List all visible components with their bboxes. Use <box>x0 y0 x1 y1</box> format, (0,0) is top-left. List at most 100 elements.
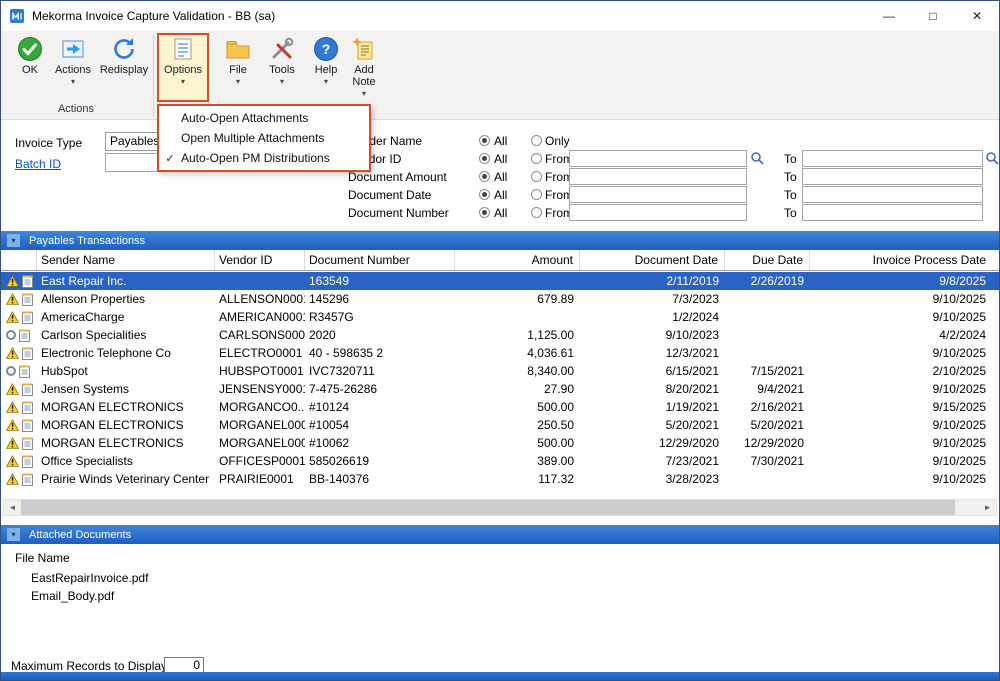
note-icon[interactable] <box>22 419 33 432</box>
to-field[interactable] <box>802 186 983 203</box>
cell-invoice-process-date: 9/8/2025 <box>810 274 994 288</box>
lookup-icon[interactable] <box>985 151 1000 166</box>
file-button[interactable]: File ▾ <box>217 35 259 86</box>
table-row[interactable]: East Repair Inc. 163549 2/11/2019 2/26/2… <box>1 272 999 290</box>
cell-invoice-process-date: 9/10/2025 <box>810 382 994 396</box>
radio-all[interactable] <box>479 135 490 146</box>
radio-all[interactable] <box>479 153 490 164</box>
scroll-right-icon[interactable]: ► <box>979 500 996 515</box>
radio-from[interactable] <box>531 153 542 164</box>
window-title: Mekorma Invoice Capture Validation - BB … <box>32 9 275 23</box>
redisplay-button[interactable]: Redisplay <box>97 35 151 76</box>
column-header[interactable]: Due Date <box>725 250 810 270</box>
cell-document-number: #10124 <box>305 400 455 414</box>
table-row[interactable]: Carlson Specialities CARLSONS0001 2020 1… <box>1 326 999 344</box>
table-row[interactable]: Prairie Winds Veterinary Center PRAIRIE0… <box>1 470 999 488</box>
table-row[interactable]: Jensen Systems JENSENSY0001 7-475-26286 … <box>1 380 999 398</box>
table-row[interactable]: MORGAN ELECTRONICS MORGANEL0007 #10054 2… <box>1 416 999 434</box>
scrollbar-thumb[interactable] <box>21 500 955 515</box>
close-icon: ✕ <box>972 9 982 23</box>
horizontal-scrollbar[interactable]: ◄ ► <box>3 499 997 516</box>
radio-all[interactable] <box>479 189 490 200</box>
column-header[interactable]: Invoice Process Date <box>810 250 994 270</box>
column-header[interactable]: Sender Name <box>37 250 215 270</box>
note-icon[interactable] <box>19 329 30 342</box>
note-icon[interactable] <box>22 275 33 288</box>
chevron-down-icon: ▾ <box>181 77 185 86</box>
ok-button[interactable]: OK <box>11 35 49 76</box>
cell-invoice-process-date: 9/10/2025 <box>810 346 994 360</box>
table-row[interactable]: AmericaCharge AMERICAN0001 R3457G 1/2/20… <box>1 308 999 326</box>
menu-item[interactable]: Auto-Open Attachments <box>159 108 369 128</box>
warning-icon <box>6 347 19 359</box>
filter-row: Document Number All From: To <box>1 204 999 222</box>
cell-sender-name: MORGAN ELECTRONICS <box>37 436 215 450</box>
table-row[interactable]: MORGAN ELECTRONICS MORGANCO0... #10124 5… <box>1 398 999 416</box>
note-icon[interactable] <box>22 401 33 414</box>
cell-due-date: 2/26/2019 <box>725 274 810 288</box>
to-field[interactable] <box>802 204 983 221</box>
file-list: EastRepairInvoice.pdf Email_Body.pdf <box>31 569 148 605</box>
note-icon[interactable] <box>22 437 33 450</box>
menu-item[interactable]: ✓ Auto-Open PM Distributions <box>159 148 369 168</box>
to-field[interactable] <box>802 150 983 167</box>
menu-item[interactable]: Open Multiple Attachments <box>159 128 369 148</box>
radio-all[interactable] <box>479 171 490 182</box>
column-header[interactable]: Amount <box>455 250 580 270</box>
from-field[interactable] <box>569 204 747 221</box>
column-header[interactable]: Vendor ID <box>215 250 305 270</box>
list-item[interactable]: Email_Body.pdf <box>31 587 148 605</box>
cell-amount: 250.50 <box>455 418 580 432</box>
file-name-column-label: File Name <box>15 549 70 567</box>
warning-icon <box>6 293 19 305</box>
cell-amount: 1,125.00 <box>455 328 580 342</box>
minimize-button[interactable]: — <box>867 1 911 31</box>
cell-sender-name: East Repair Inc. <box>37 274 215 288</box>
tools-button[interactable]: Tools ▾ <box>261 35 303 86</box>
options-button[interactable]: Options ▾ <box>157 33 209 102</box>
close-button[interactable]: ✕ <box>955 1 999 31</box>
to-field[interactable] <box>802 168 983 185</box>
maximize-button[interactable]: □ <box>911 1 955 31</box>
column-header[interactable]: Document Number <box>305 250 455 270</box>
note-icon[interactable] <box>22 311 33 324</box>
help-button[interactable]: ? Help ▾ <box>307 35 345 86</box>
note-icon[interactable] <box>22 455 33 468</box>
note-icon[interactable] <box>22 293 33 306</box>
collapse-icon[interactable]: ▾ <box>7 528 20 541</box>
cell-invoice-process-date: 9/10/2025 <box>810 310 994 324</box>
lookup-icon[interactable] <box>750 151 765 166</box>
note-icon[interactable] <box>22 383 33 396</box>
collapse-icon[interactable]: ▾ <box>7 234 20 247</box>
radio-from[interactable] <box>531 207 542 218</box>
table-row[interactable]: Office Specialists OFFICESP0001 58502661… <box>1 452 999 470</box>
cell-sender-name: Jensen Systems <box>37 382 215 396</box>
note-icon[interactable] <box>22 473 33 486</box>
radio-from[interactable] <box>531 135 542 146</box>
scroll-left-icon[interactable]: ◄ <box>4 500 21 515</box>
from-field[interactable] <box>569 168 747 185</box>
radio-from[interactable] <box>531 189 542 200</box>
note-icon[interactable] <box>22 347 33 360</box>
attached-documents-section-title: Attached Documents <box>29 529 131 541</box>
table-row[interactable]: MORGAN ELECTRONICS MORGANEL0007 #10062 5… <box>1 434 999 452</box>
list-item[interactable]: EastRepairInvoice.pdf <box>31 569 148 587</box>
cell-sender-name: Office Specialists <box>37 454 215 468</box>
add-note-button[interactable]: Add Note ▾ <box>345 35 383 98</box>
to-label: To <box>784 204 797 222</box>
menu-item-label: Open Multiple Attachments <box>181 131 324 145</box>
from-field[interactable] <box>569 150 747 167</box>
actions-button[interactable]: Actions ▾ <box>51 35 95 86</box>
note-icon[interactable] <box>19 365 30 378</box>
titlebar: Mekorma Invoice Capture Validation - BB … <box>1 1 999 31</box>
from-field[interactable] <box>569 186 747 203</box>
cell-vendor-id: JENSENSY0001 <box>215 382 305 396</box>
radio-all-label: All <box>494 168 507 186</box>
column-header-spacer <box>1 250 37 270</box>
table-row[interactable]: HubSpot HUBSPOT0001 IVC7320711 8,340.00 … <box>1 362 999 380</box>
radio-all[interactable] <box>479 207 490 218</box>
radio-from[interactable] <box>531 171 542 182</box>
table-row[interactable]: Electronic Telephone Co ELECTRO0001 40 -… <box>1 344 999 362</box>
table-row[interactable]: Allenson Properties ALLENSON0001 145296 … <box>1 290 999 308</box>
column-header[interactable]: Document Date <box>580 250 725 270</box>
